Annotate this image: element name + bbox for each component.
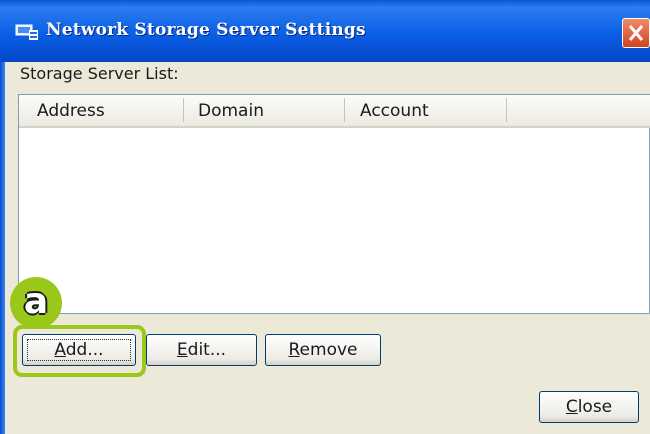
column-header-account[interactable]: Account: [360, 101, 429, 121]
close-x-icon: [628, 25, 644, 41]
network-storage-app-icon: [15, 24, 38, 40]
window-left-frame: [0, 62, 5, 434]
column-divider[interactable]: [506, 98, 507, 122]
annotation-marker-label: a: [23, 281, 49, 322]
close-button[interactable]: Close: [539, 391, 639, 423]
close-button-accelerator: C: [565, 397, 578, 417]
storage-server-list-label: Storage Server List:: [20, 64, 179, 83]
add-button[interactable]: Add...: [22, 334, 136, 366]
edit-button-accelerator: E: [176, 340, 188, 360]
storage-server-list[interactable]: Address Domain Account: [18, 94, 650, 314]
annotation-marker: a: [10, 277, 62, 329]
close-button-label: lose: [577, 397, 613, 417]
title-bar[interactable]: Network Storage Server Settings: [0, 0, 650, 62]
column-divider[interactable]: [183, 98, 184, 122]
add-button-label: dd...: [65, 340, 104, 360]
add-button-accelerator: A: [54, 340, 66, 360]
remove-button-accelerator: R: [288, 340, 300, 360]
edit-button-label: dit...: [187, 340, 227, 360]
close-window-button[interactable]: [622, 18, 650, 48]
settings-dialog: Network Storage Server Settings Storage …: [0, 0, 650, 434]
column-header-domain[interactable]: Domain: [198, 101, 264, 121]
column-header-address[interactable]: Address: [37, 101, 105, 121]
list-header: Address Domain Account: [19, 95, 650, 128]
remove-button-label: emove: [299, 340, 358, 360]
column-divider[interactable]: [344, 98, 345, 122]
window-title: Network Storage Server Settings: [46, 20, 366, 40]
edit-button[interactable]: Edit...: [146, 334, 257, 366]
remove-button[interactable]: Remove: [265, 334, 381, 366]
